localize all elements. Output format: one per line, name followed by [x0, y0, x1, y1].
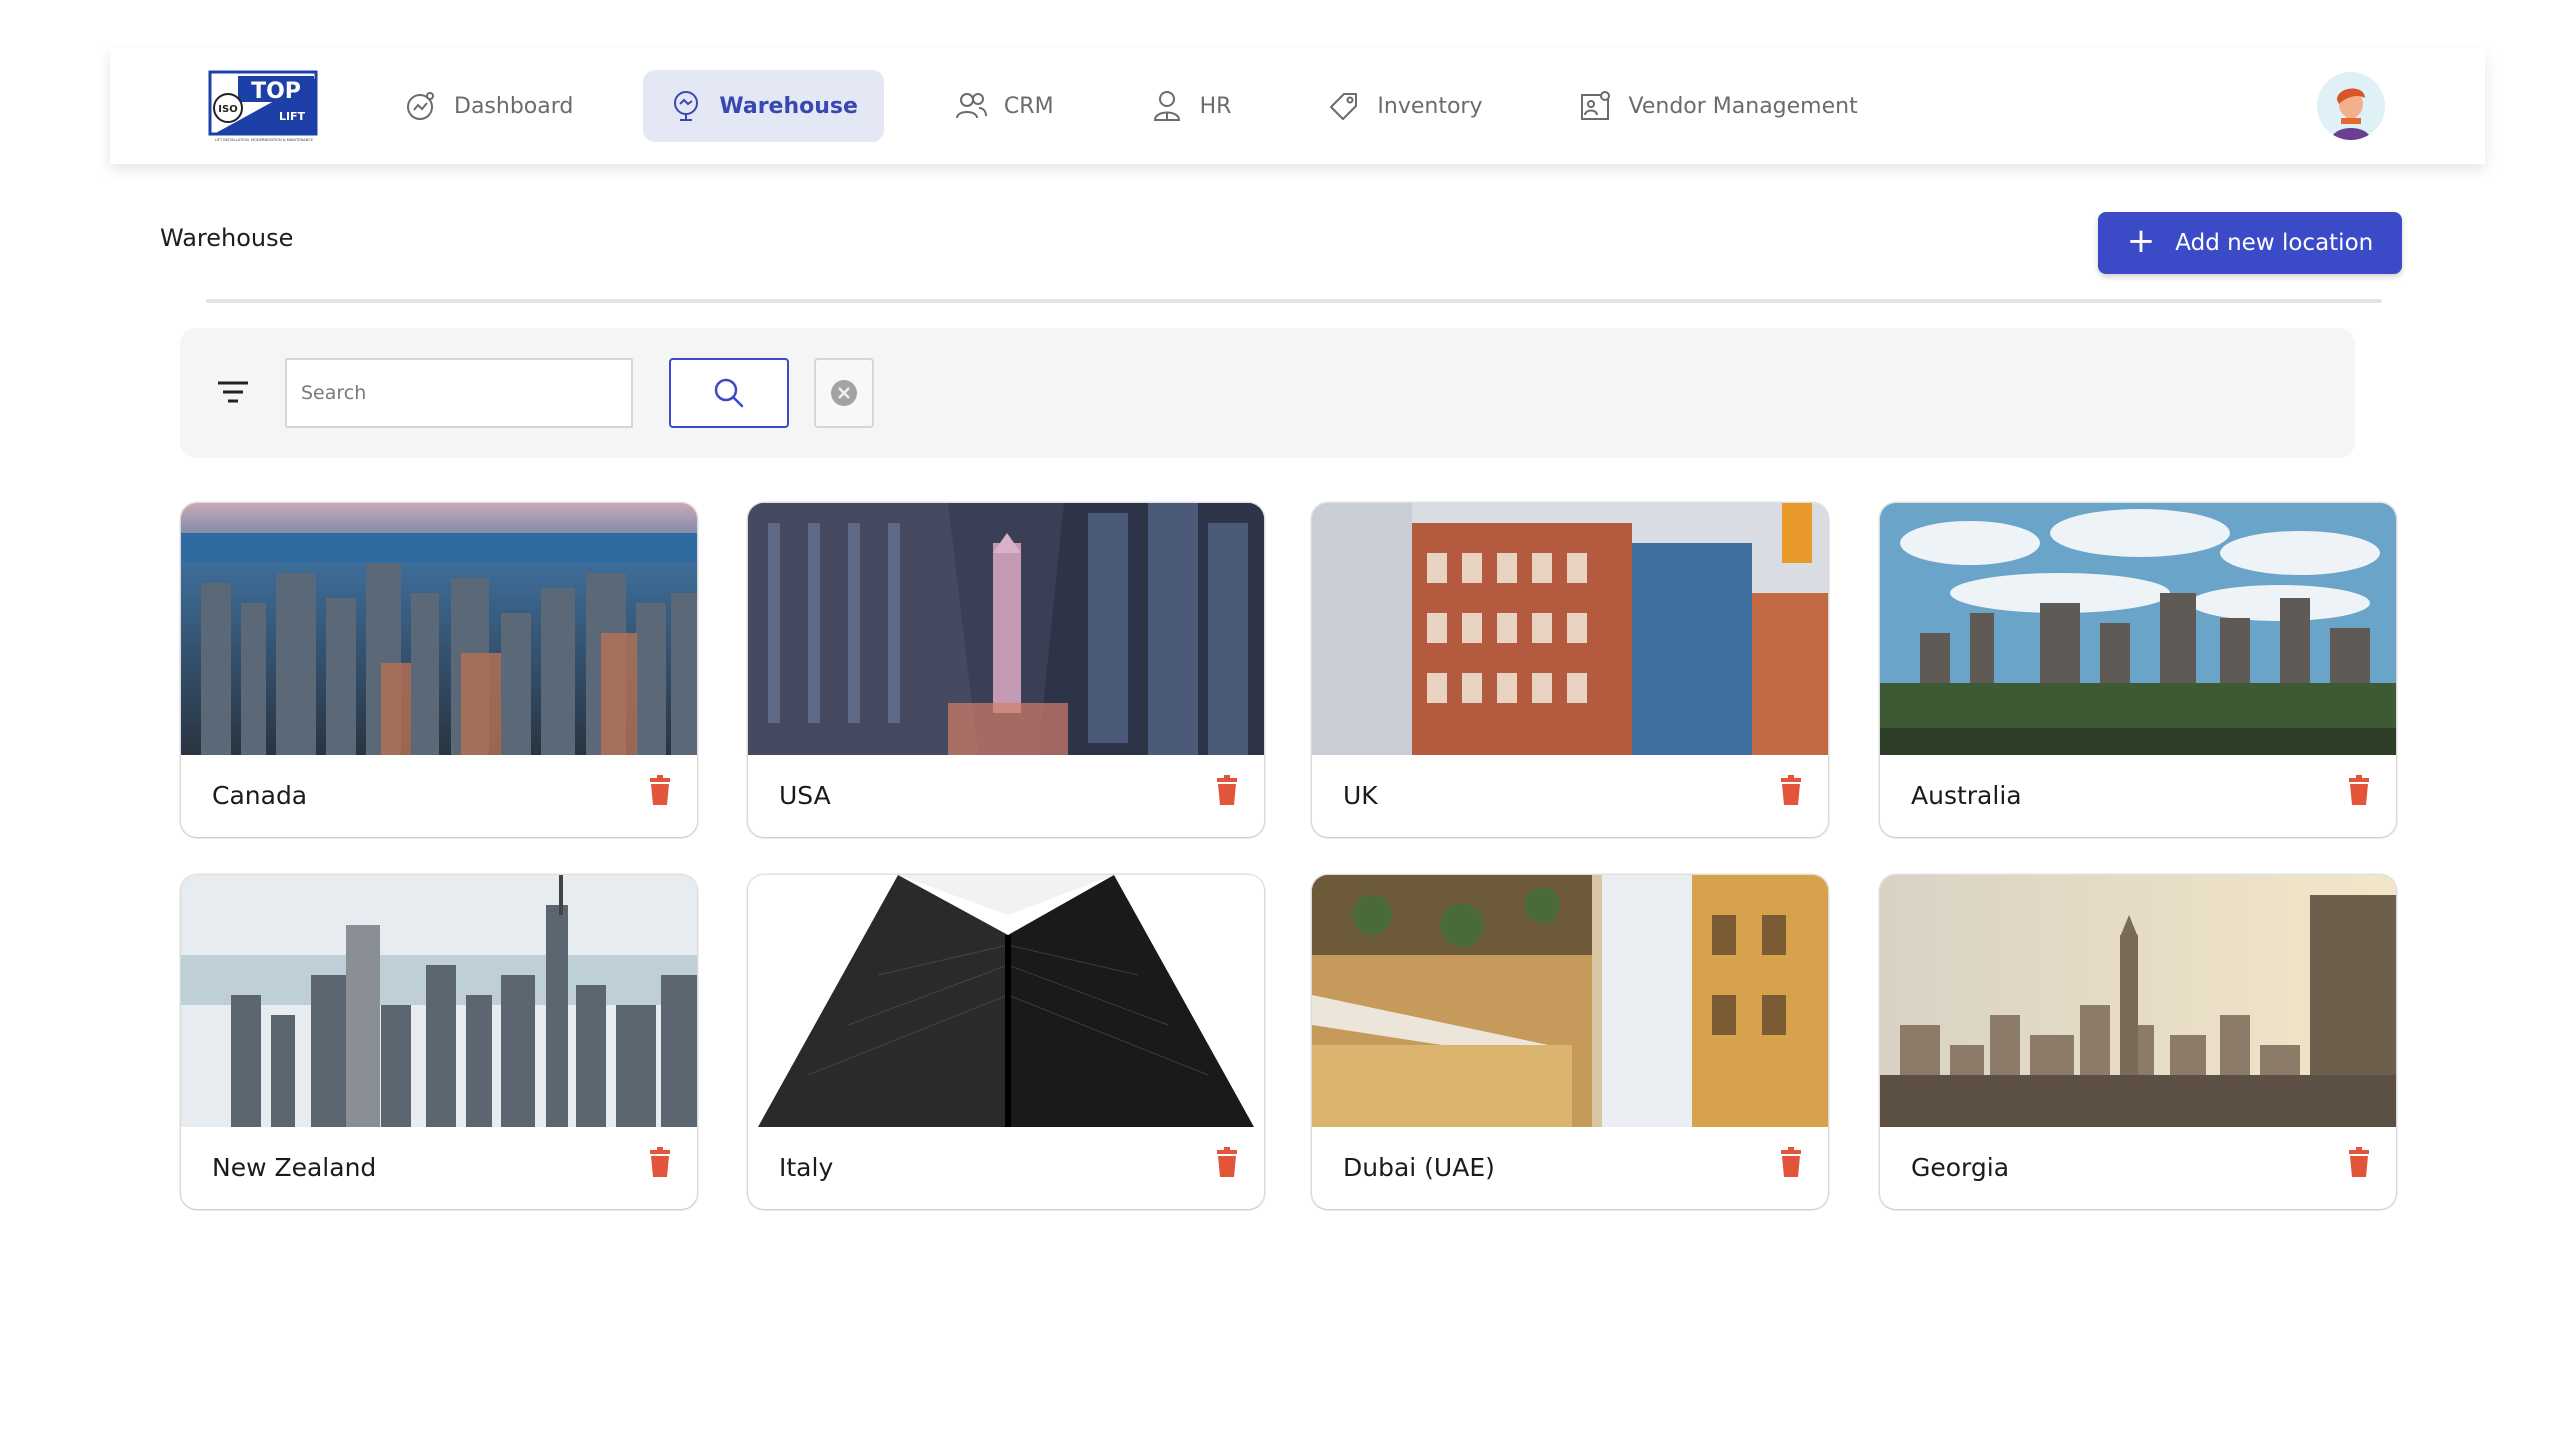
location-card[interactable]: New Zealand	[181, 875, 697, 1209]
location-card[interactable]: UK	[1312, 503, 1828, 837]
location-name: USA	[779, 781, 831, 810]
location-card[interactable]: Canada	[181, 503, 697, 837]
nav-label: Vendor Management	[1628, 93, 1858, 119]
plus-icon: +	[2126, 221, 2156, 261]
nav-item-crm[interactable]: CRM	[928, 70, 1080, 142]
location-image	[181, 875, 697, 1127]
svg-text:TOP: TOP	[251, 79, 301, 104]
location-name: Australia	[1911, 781, 2022, 810]
delete-icon[interactable]	[1216, 1147, 1238, 1177]
nav-label: Warehouse	[719, 93, 858, 119]
location-card[interactable]: Australia	[1880, 503, 2396, 837]
location-image	[748, 875, 1264, 1127]
svg-text:ISO: ISO	[218, 104, 237, 115]
delete-icon[interactable]	[649, 775, 671, 805]
location-name: Georgia	[1911, 1153, 2010, 1182]
main-nav: Dashboard Warehouse CRM HR Inventory Ven…	[378, 70, 1928, 142]
tag-icon	[1330, 93, 1358, 120]
nav-item-vendor-management[interactable]: Vendor Management	[1553, 70, 1884, 142]
location-card[interactable]: USA	[748, 503, 1264, 837]
search-input[interactable]	[285, 358, 633, 428]
header-divider	[206, 299, 2382, 303]
warehouse-icon	[674, 91, 699, 121]
location-name: New Zealand	[212, 1153, 377, 1182]
nav-label: Inventory	[1377, 93, 1483, 119]
location-card[interactable]: Dubai (UAE)	[1312, 875, 1828, 1209]
delete-icon[interactable]	[1780, 1147, 1802, 1177]
nav-label: Dashboard	[454, 93, 574, 119]
person-icon	[1153, 91, 1180, 121]
nav-item-dashboard[interactable]: Dashboard	[378, 70, 599, 142]
location-image	[1880, 503, 2396, 755]
location-image	[1880, 875, 2396, 1127]
svg-text:LIFT: LIFT	[279, 110, 306, 123]
location-image	[748, 503, 1264, 755]
delete-icon[interactable]	[2348, 1147, 2370, 1177]
clear-search-button[interactable]	[814, 358, 874, 428]
user-avatar[interactable]	[2317, 72, 2385, 140]
search-icon	[714, 378, 744, 408]
dashboard-icon	[407, 92, 434, 120]
location-name: Canada	[212, 781, 308, 810]
location-name: UK	[1343, 781, 1378, 810]
add-button-label: Add new location	[2175, 230, 2374, 256]
nav-label: CRM	[1003, 93, 1054, 119]
location-name: Italy	[779, 1153, 834, 1182]
nav-item-warehouse[interactable]: Warehouse	[643, 70, 884, 142]
search-button[interactable]	[669, 358, 789, 428]
nav-label: HR	[1199, 93, 1232, 119]
delete-icon[interactable]	[649, 1147, 671, 1177]
location-image	[1312, 503, 1828, 755]
page-title: Warehouse	[160, 224, 294, 252]
delete-icon[interactable]	[1780, 775, 1802, 805]
nav-item-inventory[interactable]: Inventory	[1301, 70, 1508, 142]
company-logo[interactable]: ISO TOP LIFT LIFT INSTALLATION, MODERNIZ…	[208, 70, 320, 144]
close-circle-icon	[831, 380, 857, 406]
app-frame: ISO TOP LIFT LIFT INSTALLATION, MODERNIZ…	[0, 0, 2550, 1436]
vendor-icon	[1580, 91, 1610, 120]
filter-bar	[180, 328, 2355, 458]
top-navbar: ISO TOP LIFT LIFT INSTALLATION, MODERNIZ…	[110, 48, 2485, 164]
delete-icon[interactable]	[1216, 775, 1238, 805]
add-new-location-button[interactable]: + Add new location	[2098, 212, 2402, 274]
delete-icon[interactable]	[2348, 775, 2370, 805]
location-name: Dubai (UAE)	[1343, 1153, 1495, 1182]
location-image	[1312, 875, 1828, 1127]
location-card[interactable]: Georgia	[1880, 875, 2396, 1209]
filter-icon[interactable]	[218, 380, 248, 404]
svg-text:LIFT INSTALLATION, MODERNIZATI: LIFT INSTALLATION, MODERNIZATION & MAINT…	[215, 138, 314, 142]
nav-item-hr[interactable]: HR	[1124, 70, 1258, 142]
location-image	[181, 503, 697, 755]
users-icon	[955, 93, 987, 119]
location-card[interactable]: Italy	[748, 875, 1264, 1209]
